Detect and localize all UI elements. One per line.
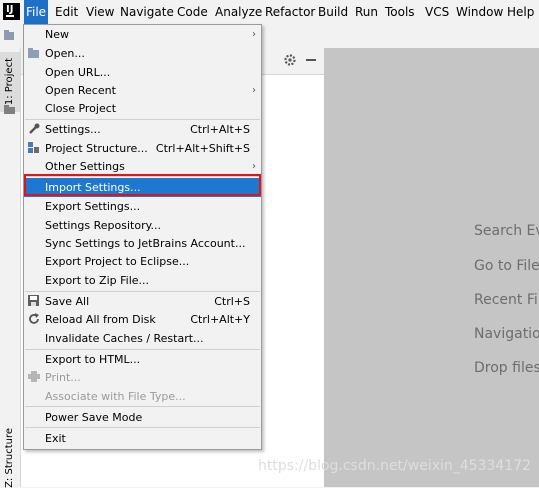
folder-open-icon	[28, 47, 40, 59]
chevron-right-icon: ›	[252, 85, 256, 96]
menu-item-label: Open URL...	[45, 66, 111, 79]
menu-item-project-structure[interactable]: Project Structure... Ctrl+Alt+Shift+S	[24, 139, 261, 158]
menu-item-label: Sync Settings to JetBrains Account...	[45, 237, 246, 250]
menu-item-print[interactable]: Print...	[24, 368, 261, 387]
menu-item-label: Settings Repository...	[45, 219, 162, 232]
menu-item-label: Settings...	[45, 123, 101, 136]
menu-item-sync-settings[interactable]: Sync Settings to JetBrains Account...	[24, 234, 261, 253]
menu-item-power-save-mode[interactable]: Power Save Mode	[24, 408, 261, 427]
menu-item-close-project[interactable]: Close Project	[24, 99, 261, 118]
menu-item-label: Project Structure...	[45, 142, 148, 155]
file-menu-dropdown: New › Open... Open URL... Open Recent › …	[23, 24, 262, 450]
menu-item-label: New	[45, 28, 69, 41]
reload-icon	[28, 313, 40, 325]
chevron-right-icon: ›	[252, 29, 256, 40]
menu-item-shortcut: Ctrl+Alt+Y	[190, 313, 250, 326]
menu-item-export-zip[interactable]: Export to Zip File...	[24, 271, 261, 290]
minimize-icon[interactable]	[306, 59, 316, 61]
menu-help[interactable]: Help	[507, 0, 534, 24]
menu-item-open[interactable]: Open...	[24, 44, 261, 63]
menu-navigate[interactable]: Navigate	[120, 0, 174, 24]
menu-item-label: Exit	[45, 432, 66, 445]
watermark: https://blog.csdn.net/weixin_45334172	[258, 458, 532, 474]
menu-item-associate-file-type[interactable]: Associate with File Type...	[24, 387, 261, 406]
menu-item-export-eclipse[interactable]: Export Project to Eclipse...	[24, 252, 261, 271]
menu-item-label: Open...	[45, 47, 85, 60]
gear-icon[interactable]	[283, 53, 297, 67]
project-folder-icon[interactable]	[4, 29, 17, 42]
project-tool-tab[interactable]: 1: Project	[0, 52, 20, 112]
hint-recent-files: Recent Fil	[474, 292, 539, 308]
menu-item-settings[interactable]: Settings... Ctrl+Alt+S	[24, 120, 261, 139]
hint-drop-files: Drop files	[474, 360, 539, 376]
save-icon	[28, 295, 40, 307]
menu-item-settings-repository[interactable]: Settings Repository...	[24, 216, 261, 235]
menu-item-label: Invalidate Caches / Restart...	[45, 332, 204, 345]
hint-navigation-bar: Navigatio	[474, 326, 539, 342]
menu-item-export-settings[interactable]: Export Settings...	[24, 197, 261, 216]
menu-item-shortcut: Ctrl+Alt+S	[190, 123, 250, 136]
annotation-highlight-box	[24, 174, 261, 196]
menu-item-open-recent[interactable]: Open Recent ›	[24, 81, 261, 100]
menu-tools[interactable]: Tools	[385, 0, 415, 24]
menu-item-label: Print...	[45, 371, 81, 384]
menu-item-invalidate-caches[interactable]: Invalidate Caches / Restart...	[24, 329, 261, 348]
menu-vcs[interactable]: VCS	[425, 0, 449, 24]
menu-window[interactable]: Window	[456, 0, 503, 24]
menu-item-save-all[interactable]: Save All Ctrl+S	[24, 292, 261, 311]
menu-edit[interactable]: Edit	[55, 0, 78, 24]
menu-item-export-html[interactable]: Export to HTML...	[24, 350, 261, 369]
wrench-icon	[28, 123, 40, 135]
print-icon	[28, 371, 40, 383]
menu-item-shortcut: Ctrl+S	[214, 295, 250, 308]
menu-bar: IJ File Edit View Navigate Code Analyze …	[0, 0, 539, 24]
menu-run[interactable]: Run	[355, 0, 378, 24]
menu-separator	[25, 406, 260, 407]
menu-item-reload-all[interactable]: Reload All from Disk Ctrl+Alt+Y	[24, 310, 261, 329]
menu-file[interactable]: File	[24, 0, 48, 24]
folder-icon	[4, 104, 15, 114]
project-tab-label: 1: Project	[4, 58, 15, 106]
menu-item-label: Power Save Mode	[45, 411, 143, 424]
structure-tab-label[interactable]: Z: Structure	[4, 428, 15, 488]
menu-item-label: Export to Zip File...	[45, 274, 150, 287]
hint-go-to-file: Go to File	[474, 258, 539, 274]
menu-item-label: Open Recent	[45, 84, 116, 97]
menu-item-label: Export Settings...	[45, 200, 141, 213]
menu-analyze[interactable]: Analyze	[215, 0, 262, 24]
menu-code[interactable]: Code	[177, 0, 208, 24]
menu-item-new[interactable]: New ›	[24, 25, 261, 44]
menu-item-label: Close Project	[45, 102, 117, 115]
menu-item-label: Export Project to Eclipse...	[45, 255, 190, 268]
intellij-logo-icon: IJ	[3, 3, 20, 20]
menu-item-shortcut: Ctrl+Alt+Shift+S	[155, 142, 250, 155]
hint-search-everywhere: Search Ev	[474, 223, 539, 239]
menu-separator	[25, 427, 260, 428]
project-structure-icon	[28, 142, 40, 154]
menu-item-label: Export to HTML...	[45, 353, 141, 366]
menu-item-label: Reload All from Disk	[45, 313, 156, 326]
menu-item-label: Associate with File Type...	[45, 390, 186, 403]
menu-item-exit[interactable]: Exit	[24, 429, 261, 448]
menu-refactor[interactable]: Refactor	[265, 0, 315, 24]
menu-build[interactable]: Build	[318, 0, 348, 24]
menu-item-label: Save All	[45, 295, 90, 308]
menu-view[interactable]: View	[86, 0, 114, 24]
menu-item-open-url[interactable]: Open URL...	[24, 63, 261, 82]
